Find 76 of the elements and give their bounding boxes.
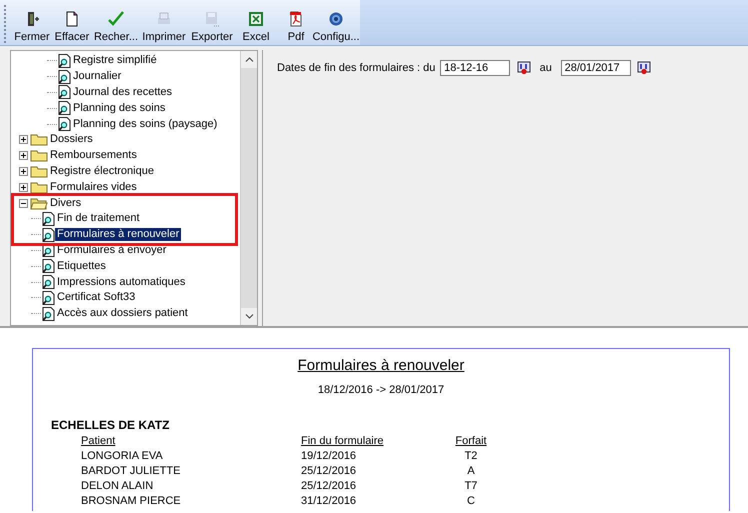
tree-item[interactable]: Dossiers (48, 133, 95, 146)
checkmark-icon (108, 11, 124, 27)
table-cell-text: BROSNAM PIERCE (81, 494, 182, 509)
table-cell-text: T7 (464, 479, 478, 494)
tree-item[interactable]: Divers (48, 196, 84, 210)
document-magnifier-icon (41, 212, 55, 226)
report-period: 18/12/2016 -> 28/01/2017 (316, 382, 446, 398)
document-magnifier-icon (57, 54, 71, 68)
table-cell-text: 25/12/2016 (301, 464, 358, 479)
folder-icon (30, 164, 48, 178)
table-cell-text: A (466, 464, 476, 479)
table-cell-text: 19/12/2016 (301, 449, 358, 464)
printer-icon (156, 11, 172, 27)
table-cell-text: T2 (464, 449, 478, 464)
table-cell-text: BARDOT JULIETTE (81, 464, 182, 479)
document-magnifier-icon (41, 228, 55, 242)
column-header: Patient (81, 435, 116, 447)
calendar-icon[interactable] (516, 61, 531, 76)
toolbar-button[interactable]: Effacer (52, 11, 92, 43)
date-from-field[interactable]: 18-12-16 (440, 60, 510, 76)
folder-icon (30, 133, 48, 146)
scrollbar[interactable] (240, 51, 257, 325)
tree-item[interactable]: Fin de traitement (55, 212, 142, 226)
column-header: Fin du formulaire (301, 435, 384, 447)
table-cell-text: 25/12/2016 (301, 479, 358, 494)
collapse-icon[interactable] (19, 198, 28, 208)
spreadsheet-icon (248, 11, 264, 27)
tree-item[interactable]: Certificat Soft33 (55, 291, 138, 304)
expand-icon[interactable] (19, 182, 28, 192)
expand-icon[interactable] (19, 135, 28, 144)
document-magnifier-icon (57, 101, 71, 116)
date-range-label: Dates de fin des formulaires : du (277, 61, 436, 76)
calendar-icon[interactable] (637, 61, 652, 76)
tree-item[interactable]: Journalier (71, 70, 124, 84)
toolbar-button[interactable]: Recher... (92, 11, 140, 43)
folder-icon (30, 180, 48, 194)
date-separator: au (540, 61, 552, 76)
tree-item[interactable]: Registre simplifié (71, 54, 159, 68)
toolbar-button[interactable]: Fermer (12, 11, 52, 43)
tree-item[interactable]: Etiquettes (55, 260, 108, 273)
tree-item[interactable]: Impressions automatiques (55, 276, 188, 289)
scroll-down-icon[interactable] (244, 314, 254, 319)
report-title: Formulaires à renouveler (296, 356, 466, 376)
open-folder-icon (30, 196, 48, 210)
document-magnifier-icon (41, 259, 55, 274)
document-magnifier-icon (57, 85, 71, 100)
expand-icon[interactable] (19, 151, 28, 160)
folder-icon (30, 149, 48, 162)
table-cell-text: C (466, 494, 476, 509)
tree-item[interactable]: Remboursements (48, 149, 139, 162)
tree-item[interactable]: Registre électronique (48, 164, 156, 178)
tree-item[interactable]: Planning des soins (paysage) (71, 118, 220, 131)
table-cell-text: DELON ALAIN (81, 479, 154, 494)
document-magnifier-icon (41, 306, 55, 321)
document-magnifier-icon (41, 275, 55, 290)
tree-item[interactable]: Formulaires à renouveler (55, 228, 182, 242)
document-magnifier-icon (57, 117, 71, 132)
toolbar-grip[interactable] (4, 5, 8, 43)
expand-icon[interactable] (19, 166, 28, 176)
toolbar-button[interactable]: Excel (236, 11, 276, 43)
table-cell-text: 31/12/2016 (301, 494, 358, 509)
tree-item[interactable]: Journal des recettes (71, 86, 174, 99)
section-heading: ECHELLES DE KATZ (51, 417, 170, 434)
document-magnifier-icon (41, 290, 55, 305)
tree-item[interactable]: Formulaires vides (48, 180, 139, 194)
column-header: Forfait (455, 435, 487, 447)
tree-item[interactable]: Planning des soins (71, 102, 168, 115)
table-cell-text: LONGORIA EVA (81, 449, 164, 464)
document-magnifier-icon (57, 70, 71, 84)
page-icon (64, 11, 80, 27)
date-to-field[interactable]: 28/01/2017 (560, 60, 631, 76)
scroll-up-icon[interactable] (244, 57, 254, 62)
pdf-file-icon (288, 11, 304, 27)
floppy-icon (204, 11, 220, 27)
gear-icon (328, 11, 344, 27)
tree-item[interactable]: Accès aux dossiers patient (55, 307, 190, 320)
